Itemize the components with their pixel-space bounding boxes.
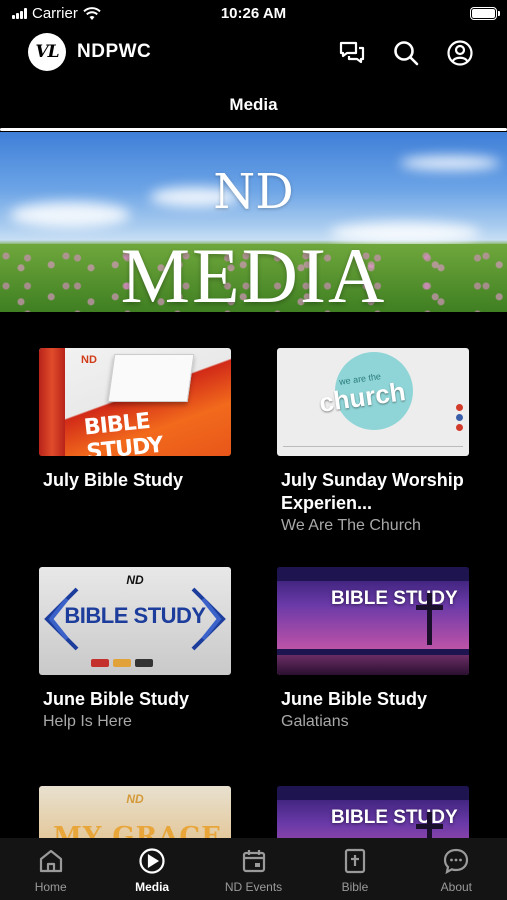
home-icon [39, 849, 62, 873]
media-title: June Bible Study [281, 689, 428, 709]
messages-icon[interactable] [338, 39, 366, 67]
media-subtitle: Galatians [281, 713, 349, 730]
media-title: June Bible Study [43, 689, 190, 709]
tab-about[interactable]: About [406, 838, 507, 900]
battery-icon [470, 7, 500, 20]
chat-bubble-icon [444, 848, 469, 875]
media-card[interactable]: ND BIBLE STUDY June Bible Study Help Is … [39, 567, 231, 733]
tab-media[interactable]: Media [101, 838, 202, 900]
media-subtitle: We Are The Church [281, 517, 421, 534]
tab-home[interactable]: Home [0, 838, 101, 900]
profile-icon[interactable] [446, 39, 474, 67]
page-title: Media [229, 95, 278, 114]
tab-label: About [440, 880, 472, 894]
tab-indicator [0, 128, 507, 131]
media-title: July Sunday Worship Experien... [281, 470, 464, 513]
media-thumbnail[interactable]: we are the church [277, 348, 469, 456]
media-thumbnail[interactable]: BIBLE STUDY [277, 567, 469, 675]
media-title: July Bible Study [43, 470, 184, 490]
tab-label: Home [34, 880, 67, 894]
calendar-icon [242, 850, 265, 873]
clock: 10:26 AM [220, 5, 287, 22]
app-header: VL NDPWC [0, 30, 507, 76]
bible-icon [344, 848, 366, 874]
play-icon [139, 848, 165, 874]
tab-label: ND Events [224, 880, 283, 894]
app-brand-name: NDPWC [77, 41, 152, 62]
search-icon[interactable] [392, 39, 420, 67]
tab-bible[interactable]: Bible [304, 838, 405, 900]
media-thumbnail[interactable]: ND BIBLE STUDY [39, 348, 231, 456]
status-bar: Carrier 10:26 AM [0, 0, 507, 28]
tab-label: Bible [341, 880, 369, 894]
tab-nd-events[interactable]: ND Events [203, 838, 304, 900]
banner-title-top: ND [213, 164, 294, 220]
bottom-tab-bar: Home Media ND Events Bible About [0, 838, 507, 900]
bible-image [107, 354, 195, 402]
tab-label: Media [135, 880, 170, 894]
banner-title-main: MEDIA [120, 232, 387, 313]
media-card[interactable]: BIBLE STUDY June Bible Study Galatians [277, 567, 469, 733]
media-card[interactable]: we are the church July Sunday Worship Ex… [277, 348, 469, 537]
media-thumbnail[interactable]: ND BIBLE STUDY [39, 567, 231, 675]
media-subtitle: Help Is Here [43, 713, 132, 730]
app-logo[interactable]: VL [28, 33, 66, 71]
media-banner: ND MEDIA [0, 132, 507, 312]
media-card[interactable]: ND BIBLE STUDY July Bible Study [39, 348, 231, 492]
cross-image [416, 593, 443, 645]
